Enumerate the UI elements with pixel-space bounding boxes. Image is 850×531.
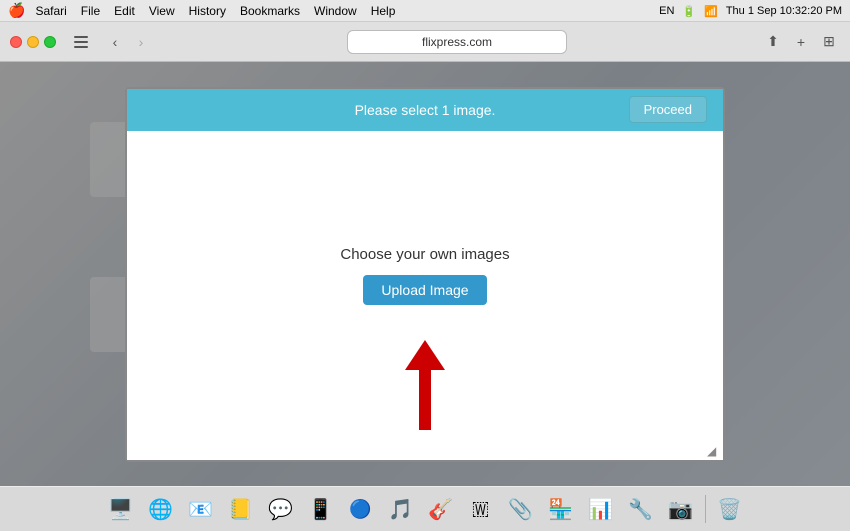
menu-bookmarks[interactable]: Bookmarks bbox=[240, 4, 300, 18]
page-background: Please select 1 image. Proceed Choose yo… bbox=[0, 62, 850, 486]
modal-dialog: Please select 1 image. Proceed Choose yo… bbox=[125, 87, 725, 462]
battery-icon: 🔋 bbox=[682, 5, 696, 18]
maximize-button[interactable] bbox=[44, 36, 56, 48]
minimize-button[interactable] bbox=[27, 36, 39, 48]
menu-window[interactable]: Window bbox=[314, 4, 357, 18]
menu-edit[interactable]: Edit bbox=[114, 4, 135, 18]
dock-appstore[interactable]: 🏪 bbox=[543, 491, 579, 527]
dock-messages[interactable]: 💬 bbox=[263, 491, 299, 527]
menu-view[interactable]: View bbox=[149, 4, 175, 18]
keyboard-indicator: EN bbox=[659, 5, 674, 17]
close-button[interactable] bbox=[10, 36, 22, 48]
menubar: 🍎 Safari File Edit View History Bookmark… bbox=[0, 0, 850, 22]
red-arrow bbox=[405, 340, 445, 430]
sidebar-icon[interactable] bbox=[70, 31, 92, 53]
browser-nav: ‹ › bbox=[104, 31, 152, 53]
new-tab-icon[interactable]: + bbox=[790, 31, 812, 53]
dock-excel[interactable]: 📊 bbox=[583, 491, 619, 527]
dock-finder[interactable]: 🖥️ bbox=[103, 491, 139, 527]
datetime-display: Thu 1 Sep 10:32:20 PM bbox=[726, 5, 842, 17]
resize-handle[interactable]: ◢ bbox=[707, 444, 721, 458]
browser-window: ‹ › flixpress.com ⬆ + ⊞ Please select bbox=[0, 22, 850, 486]
address-bar[interactable]: flixpress.com bbox=[347, 30, 567, 54]
menubar-items: Safari File Edit View History Bookmarks … bbox=[35, 4, 395, 18]
choose-images-label: Choose your own images bbox=[340, 246, 509, 263]
dock-trash[interactable]: 🗑️ bbox=[712, 491, 748, 527]
menu-file[interactable]: File bbox=[81, 4, 100, 18]
browser-toolbar: ‹ › flixpress.com ⬆ + ⊞ bbox=[0, 22, 850, 62]
dock: 🖥️ 🌐 📧 📒 💬 📱 🔵 🎵 🎸 🇼 📎 🏪 📊 🔧 📷 🗑️ bbox=[0, 486, 850, 531]
apple-menu[interactable]: 🍎 bbox=[8, 2, 25, 19]
modal-header: Please select 1 image. Proceed bbox=[127, 89, 723, 131]
dock-notes[interactable]: 📎 bbox=[503, 491, 539, 527]
menu-help[interactable]: Help bbox=[371, 4, 396, 18]
dock-word[interactable]: 🇼 bbox=[463, 491, 499, 527]
arrow-annotation bbox=[405, 340, 445, 430]
modal-body: Choose your own images Upload Image ◢ bbox=[127, 131, 723, 460]
modal-title: Please select 1 image. bbox=[331, 102, 519, 118]
dock-spotify[interactable]: 🎵 bbox=[383, 491, 419, 527]
menu-safari[interactable]: Safari bbox=[35, 4, 66, 18]
traffic-lights bbox=[10, 36, 56, 48]
wifi-icon: 📶 bbox=[704, 5, 718, 18]
proceed-button[interactable]: Proceed bbox=[629, 96, 707, 123]
dock-music[interactable]: 🎸 bbox=[423, 491, 459, 527]
dock-safari[interactable]: 🌐 bbox=[143, 491, 179, 527]
dock-chrome[interactable]: 🔵 bbox=[343, 491, 379, 527]
modal-overlay: Please select 1 image. Proceed Choose yo… bbox=[0, 62, 850, 486]
arrow-head bbox=[405, 340, 445, 370]
back-button[interactable]: ‹ bbox=[104, 31, 126, 53]
menu-history[interactable]: History bbox=[189, 4, 226, 18]
menubar-right: EN 🔋 📶 Thu 1 Sep 10:32:20 PM bbox=[659, 0, 842, 22]
share-icon[interactable]: ⬆ bbox=[762, 31, 784, 53]
url-text: flixpress.com bbox=[422, 35, 492, 49]
forward-button[interactable]: › bbox=[130, 31, 152, 53]
arrow-shaft bbox=[419, 370, 431, 430]
upload-image-button[interactable]: Upload Image bbox=[363, 275, 486, 305]
dock-separator bbox=[705, 495, 706, 523]
dock-photos[interactable]: 📷 bbox=[663, 491, 699, 527]
dock-tools[interactable]: 🔧 bbox=[623, 491, 659, 527]
address-bar-container: flixpress.com bbox=[160, 30, 754, 54]
dock-facetime[interactable]: 📱 bbox=[303, 491, 339, 527]
browser-right-controls: ⬆ + ⊞ bbox=[762, 31, 840, 53]
grid-icon[interactable]: ⊞ bbox=[818, 31, 840, 53]
dock-contacts[interactable]: 📒 bbox=[223, 491, 259, 527]
dock-mail[interactable]: 📧 bbox=[183, 491, 219, 527]
